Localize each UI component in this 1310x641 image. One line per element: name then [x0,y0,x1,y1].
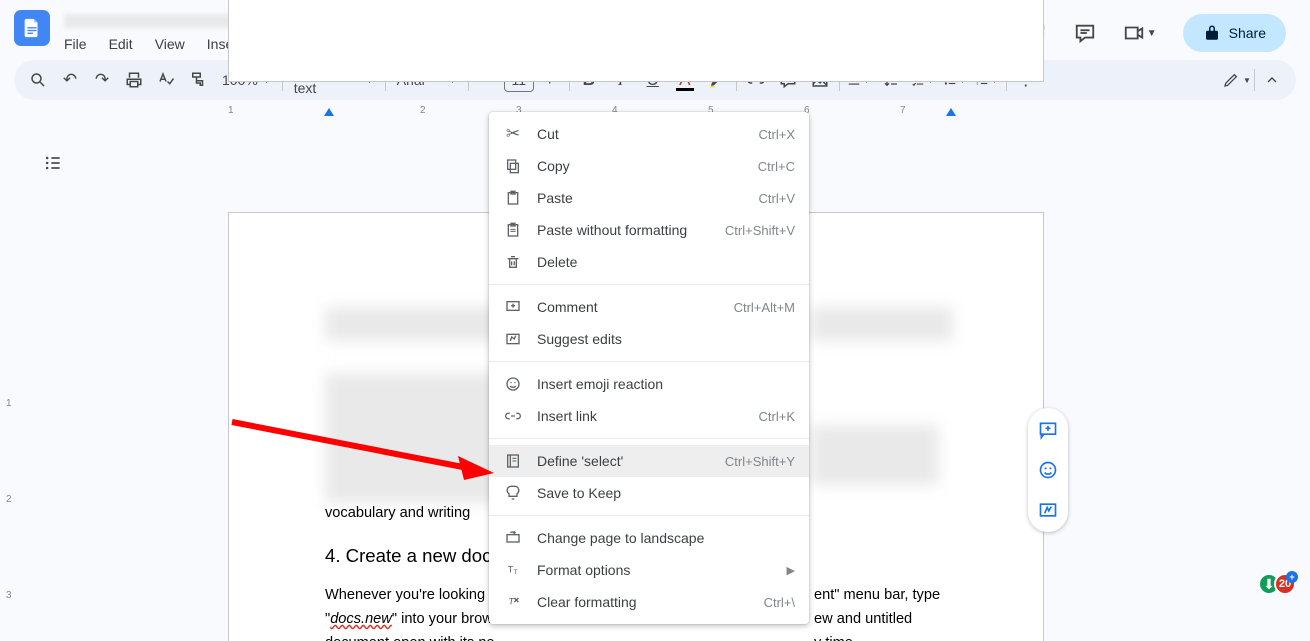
menu-edit[interactable]: Edit [109,36,133,52]
emoji-icon [503,374,523,394]
cm-clear-format[interactable]: TClear formattingCtrl+\ [489,586,809,618]
comments-icon[interactable] [1073,21,1097,45]
print-icon[interactable] [120,66,148,94]
editing-mode-dropdown[interactable]: ▼ [1223,66,1251,94]
document-outline-button[interactable] [38,148,68,178]
cut-icon: ✂ [503,124,523,144]
svg-text:T: T [514,569,518,576]
format-options-icon: TT [503,560,523,580]
paste-icon [503,188,523,208]
page-previous [228,0,1044,82]
plus-icon: + [1286,571,1298,583]
body-line: y time [814,631,853,641]
cm-paste[interactable]: PasteCtrl+V [489,182,809,214]
suggest-icon [503,329,523,349]
add-comment-button[interactable] [1036,418,1060,442]
lock-icon [1203,24,1221,42]
link-icon [503,406,523,426]
collapse-toolbar-icon[interactable] [1258,66,1286,94]
cm-suggest[interactable]: Suggest edits [489,323,809,355]
document-icon [21,14,43,42]
cm-keep[interactable]: Save to Keep [489,477,809,509]
body-line: ew and untitled [814,607,912,631]
body-fragment: vocabulary and writing [325,501,470,525]
docs-logo[interactable] [14,10,50,46]
clear-format-icon: T [503,592,523,612]
body-line: document open with its ne [325,631,495,641]
landscape-icon [503,528,523,548]
indent-right-marker[interactable] [946,108,956,116]
badge-red-count: 20 + [1274,573,1296,595]
emoji-reaction-button[interactable] [1036,458,1060,482]
cm-define[interactable]: Define 'select'Ctrl+Shift+Y [489,445,809,477]
suggest-edits-button[interactable] [1036,498,1060,522]
context-menu: ✂CutCtrl+X CopyCtrl+C PasteCtrl+V Paste … [489,112,809,624]
body-line: Whenever you're looking [325,583,485,607]
cm-format-options[interactable]: TTFormat options▶ [489,554,809,586]
svg-text:T: T [508,565,514,575]
video-icon [1123,22,1145,44]
redo-icon[interactable]: ↷ [88,66,116,94]
share-label: Share [1229,25,1266,41]
cm-comment[interactable]: CommentCtrl+Alt+M [489,291,809,323]
spellcheck-icon[interactable] [152,66,180,94]
meet-dropdown[interactable]: ▼ [1123,22,1157,44]
body-line: ent" menu bar, type [814,583,940,607]
cm-emoji[interactable]: Insert emoji reaction [489,368,809,400]
copy-icon [503,156,523,176]
menu-view[interactable]: View [155,36,185,52]
dictionary-icon [503,451,523,471]
cm-landscape[interactable]: Change page to landscape [489,522,809,554]
dropdown-caret-icon: ▼ [1147,28,1157,39]
cm-delete[interactable]: Delete [489,246,809,278]
body-line: "docs.new" into your brow [325,607,493,631]
paste-plain-icon [503,220,523,240]
paint-format-icon[interactable] [184,66,212,94]
vertical-ruler[interactable]: 1 2 3 [0,128,20,641]
comment-add-icon [503,297,523,317]
share-button[interactable]: Share [1183,14,1286,52]
cm-cut[interactable]: ✂CutCtrl+X [489,118,809,150]
undo-icon[interactable]: ↶ [56,66,84,94]
keep-icon [503,483,523,503]
floating-action-sidebar [1028,408,1068,532]
cm-paste-plain[interactable]: Paste without formattingCtrl+Shift+V [489,214,809,246]
submenu-arrow-icon: ▶ [787,564,795,577]
search-menus-icon[interactable] [24,66,52,94]
extension-badges[interactable]: ⬇ 20 + [1258,573,1296,595]
chevron-down-icon: ▼ [1243,76,1251,85]
menu-file[interactable]: File [64,36,87,52]
indent-left-marker[interactable] [324,108,334,116]
delete-icon [503,252,523,272]
cm-copy[interactable]: CopyCtrl+C [489,150,809,182]
section-heading: 4. Create a new doc [325,545,491,567]
cm-link[interactable]: Insert linkCtrl+K [489,400,809,432]
